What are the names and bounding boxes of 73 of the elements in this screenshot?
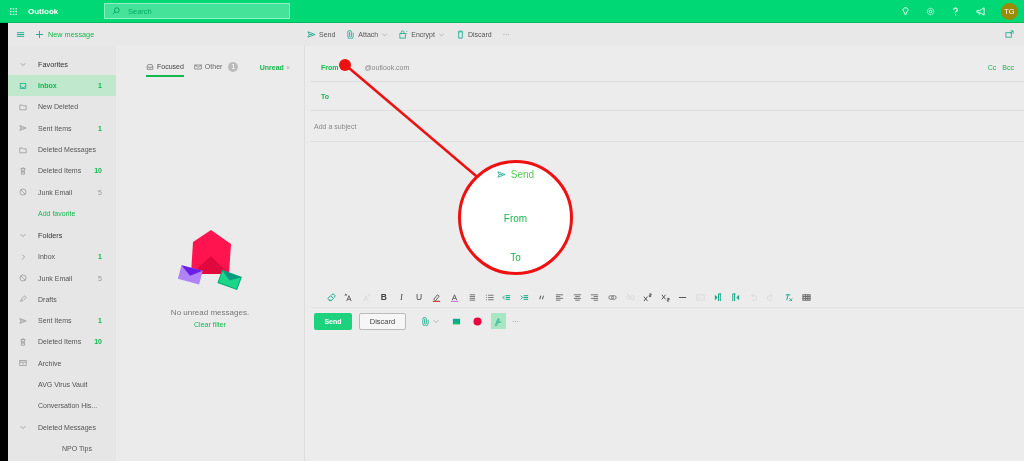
format-painter-icon bbox=[326, 292, 336, 302]
callout-send-label: Send bbox=[510, 169, 535, 180]
numbered-list-icon bbox=[484, 292, 494, 302]
indent-icon bbox=[520, 292, 530, 302]
format-painter-button[interactable] bbox=[325, 291, 337, 303]
chevron-down-icon[interactable] bbox=[19, 60, 27, 68]
rtl-button[interactable] bbox=[729, 291, 742, 303]
highlight-button[interactable] bbox=[430, 291, 443, 303]
plus-icon bbox=[35, 30, 44, 39]
align-center-button[interactable] bbox=[571, 291, 584, 303]
chevron-right-icon[interactable] bbox=[19, 252, 27, 261]
help-icon[interactable] bbox=[951, 6, 960, 16]
lock-icon bbox=[399, 30, 409, 39]
send-icon bbox=[19, 124, 27, 133]
table-button[interactable] bbox=[800, 291, 813, 303]
empty-state-message: No unread messages. bbox=[170, 308, 250, 317]
italic-button[interactable]: I bbox=[395, 291, 408, 303]
envelope-icon bbox=[193, 62, 202, 71]
bold-button[interactable]: B bbox=[377, 291, 390, 303]
menu-icon[interactable] bbox=[16, 30, 25, 39]
signature-icon bbox=[494, 316, 503, 326]
right-to-left-icon bbox=[731, 292, 741, 302]
app-launcher-icon[interactable] bbox=[9, 6, 18, 16]
trash-icon bbox=[455, 30, 465, 39]
clear-formatting-icon bbox=[783, 292, 793, 302]
superscript-button[interactable] bbox=[641, 291, 654, 303]
send-icon bbox=[19, 316, 27, 325]
bullet-list-icon bbox=[467, 292, 477, 302]
blocked-icon bbox=[19, 188, 27, 197]
chevron-down-icon[interactable] bbox=[19, 231, 27, 240]
align-center-icon bbox=[572, 292, 582, 302]
inbox-tray-icon bbox=[146, 62, 154, 71]
align-right-icon bbox=[590, 292, 600, 302]
pop-out-icon[interactable] bbox=[1005, 30, 1014, 39]
picture-icon bbox=[452, 316, 461, 326]
marker-dot bbox=[339, 59, 351, 71]
font-size-icon bbox=[344, 292, 354, 302]
send-icon bbox=[496, 170, 506, 179]
callout-to-label: To bbox=[510, 252, 521, 263]
paperclip-icon bbox=[421, 316, 430, 326]
align-left-icon bbox=[555, 292, 565, 302]
inbox-icon bbox=[19, 81, 27, 90]
pencil-icon bbox=[19, 295, 27, 304]
folder-icon bbox=[19, 145, 27, 154]
underline-button[interactable]: U bbox=[412, 291, 425, 303]
megaphone-icon[interactable] bbox=[976, 6, 985, 16]
outdent-icon bbox=[502, 292, 512, 302]
font-color-icon bbox=[449, 292, 459, 302]
signature-tool-button[interactable] bbox=[491, 313, 506, 329]
paperclip-icon bbox=[346, 30, 356, 39]
table-icon bbox=[801, 292, 811, 302]
settings-icon[interactable] bbox=[926, 6, 935, 16]
archive-icon bbox=[19, 359, 27, 368]
diamond-icon[interactable] bbox=[901, 6, 910, 16]
highlighter-icon bbox=[432, 292, 442, 302]
trash-icon bbox=[19, 337, 27, 346]
send-icon bbox=[307, 30, 316, 39]
align-right-button[interactable] bbox=[588, 291, 601, 303]
app-name: Outlook bbox=[28, 6, 60, 16]
font-size-button[interactable] bbox=[342, 291, 355, 303]
align-left-button[interactable] bbox=[553, 291, 566, 303]
superscript-icon bbox=[643, 292, 653, 302]
font-color-button[interactable] bbox=[448, 291, 461, 303]
link-icon bbox=[608, 292, 617, 302]
folder-icon bbox=[19, 102, 27, 111]
callout-from-label: From bbox=[503, 213, 528, 224]
search-icon bbox=[112, 7, 120, 15]
blocked-icon bbox=[19, 274, 27, 282]
trash-icon bbox=[19, 166, 27, 175]
chevron-down-icon[interactable] bbox=[19, 423, 27, 432]
subscript-icon bbox=[660, 292, 670, 302]
left-to-right-icon bbox=[713, 292, 723, 302]
record-icon bbox=[473, 316, 482, 326]
